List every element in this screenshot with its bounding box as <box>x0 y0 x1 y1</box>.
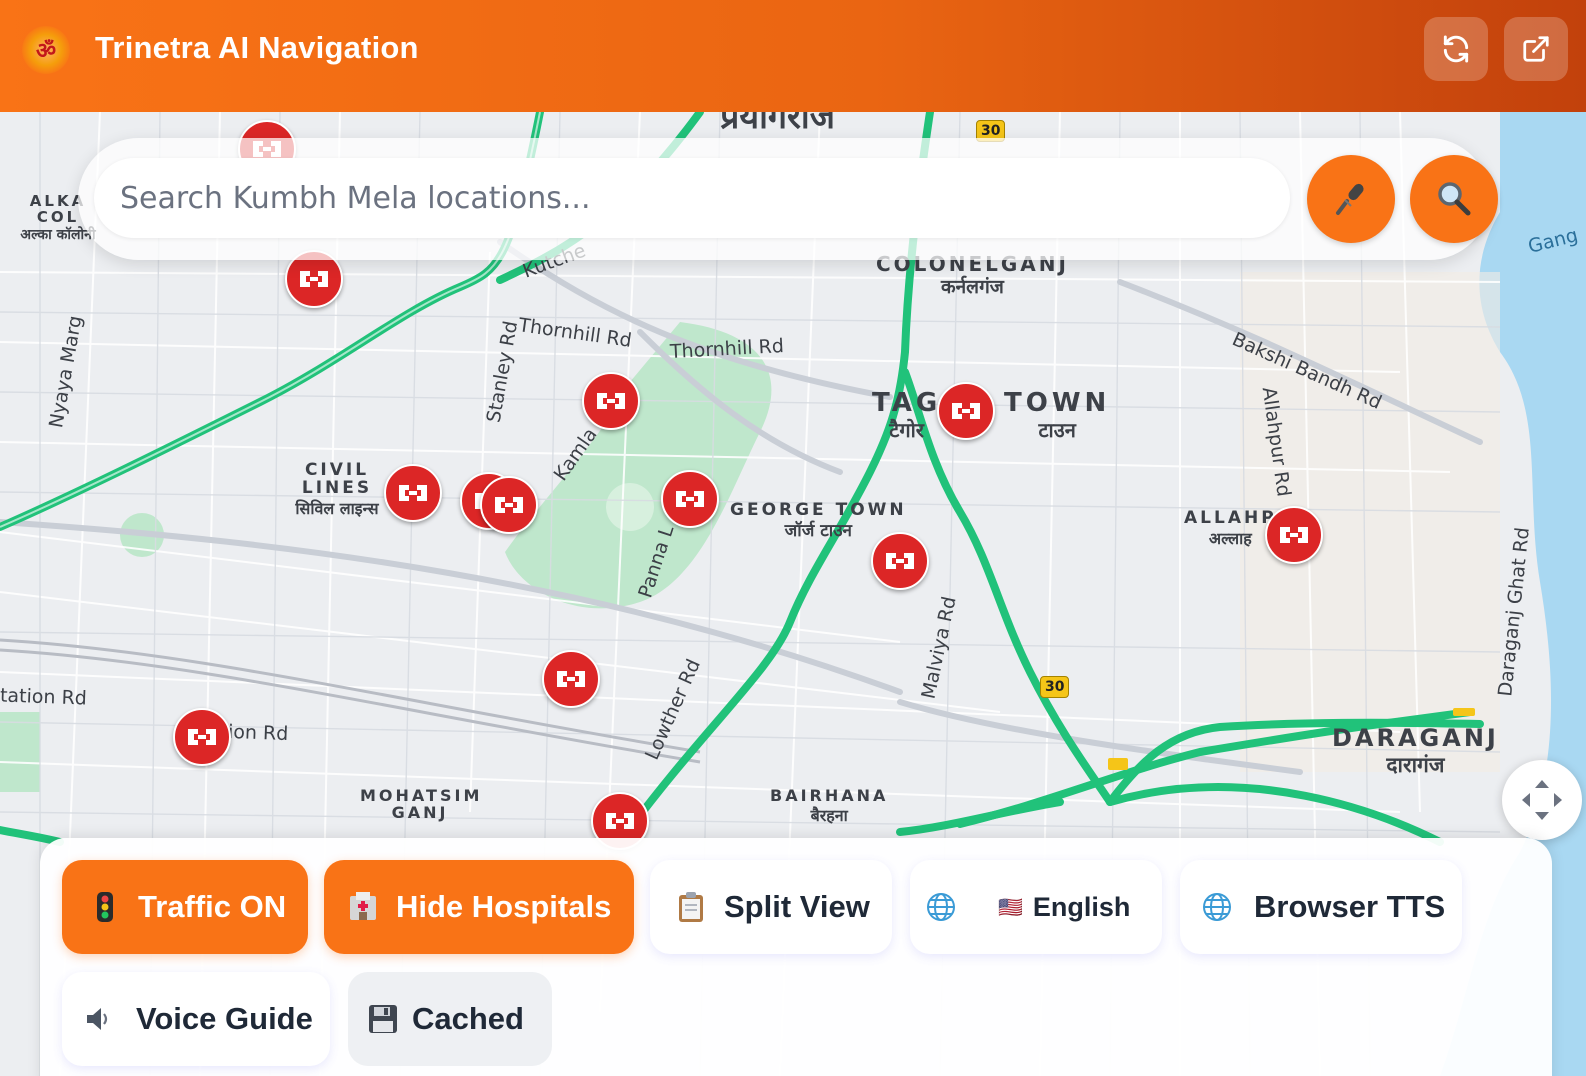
control-panel: Traffic ON Hide Hospitals Split View 🇺🇸 … <box>40 838 1552 1076</box>
cached-status-button[interactable]: Cached <box>348 972 552 1066</box>
hospital-marker-icon <box>597 393 625 409</box>
voice-search-button[interactable] <box>1307 155 1395 243</box>
area-label-daraganj: DARAGANJ दारागंज <box>1332 724 1499 778</box>
area-label-prayagraj: प्रयागराज <box>720 112 835 137</box>
hospital-marker[interactable] <box>1265 506 1323 564</box>
search-bar <box>78 138 1498 260</box>
area-label-civil-lines: CIVIL LINES सिविल लाइन्स <box>295 460 379 518</box>
refresh-button[interactable] <box>1424 17 1488 81</box>
area-label-mohatsim-ganj: MOHATSIM GANJ <box>360 786 483 822</box>
traffic-toggle-button[interactable]: Traffic ON <box>62 860 308 954</box>
microphone-icon <box>1336 183 1364 215</box>
hospital-marker-icon <box>399 485 427 501</box>
fullscreen-button[interactable] <box>1502 760 1582 840</box>
refresh-icon <box>1443 35 1469 63</box>
area-label-bairhana: BAIRHANA बैरहना <box>770 786 889 825</box>
app-header: ॐ Trinetra AI Navigation <box>0 0 1586 112</box>
hospital-marker[interactable] <box>661 470 719 528</box>
hospital-marker-icon <box>606 813 634 829</box>
expand-arrows-icon <box>1522 780 1562 820</box>
hospital-marker[interactable] <box>173 708 231 766</box>
globe-icon <box>1202 892 1232 922</box>
external-link-icon <box>1523 36 1549 62</box>
hospital-marker-icon <box>557 671 585 687</box>
hospital-marker[interactable] <box>871 532 929 590</box>
cached-label: Cached <box>412 1001 524 1036</box>
language-label: English <box>1032 891 1131 922</box>
hospital-icon <box>348 892 378 922</box>
area-label-tagore: TAG टैगोर <box>872 388 942 443</box>
hospital-marker[interactable] <box>937 382 995 440</box>
split-view-label: Split View <box>724 889 870 924</box>
area-label-town: TOWN टाउन <box>1004 388 1111 443</box>
open-external-button[interactable] <box>1504 17 1568 81</box>
search-button[interactable] <box>1410 155 1498 243</box>
hospital-marker-icon <box>676 491 704 507</box>
app-title: Trinetra AI Navigation <box>95 30 419 65</box>
hospital-marker-icon <box>886 553 914 569</box>
road-label: tation Rd <box>0 684 88 710</box>
voice-guide-label: Voice Guide <box>136 1001 313 1036</box>
hospital-marker-icon <box>952 403 980 419</box>
hide-hospitals-button[interactable]: Hide Hospitals <box>324 860 634 954</box>
om-symbol-icon: ॐ <box>22 26 70 74</box>
hospital-marker[interactable] <box>582 372 640 430</box>
browser-tts-label: Browser TTS <box>1254 889 1446 924</box>
floppy-disk-icon <box>368 1004 398 1034</box>
hospital-marker-icon <box>1280 527 1308 543</box>
hospital-marker-icon <box>495 497 523 513</box>
highway-shield: 30 <box>1040 676 1070 698</box>
hospital-marker-icon <box>188 729 216 745</box>
traffic-light-icon <box>90 892 120 922</box>
voice-guide-button[interactable]: Voice Guide <box>62 972 330 1066</box>
hospital-marker[interactable] <box>384 464 442 522</box>
hospital-marker[interactable] <box>480 476 538 534</box>
browser-tts-button[interactable]: Browser TTS <box>1180 860 1462 954</box>
hospital-marker[interactable] <box>542 650 600 708</box>
flag-us-icon: 🇺🇸 <box>998 895 1023 919</box>
split-view-button[interactable]: Split View <box>650 860 892 954</box>
clipboard-icon <box>676 892 706 922</box>
search-input[interactable] <box>94 158 1290 238</box>
globe-icon <box>926 892 956 922</box>
speaker-icon <box>84 1004 114 1034</box>
area-label-colonelganj: COLONELGANJ कर्नलगंज <box>876 252 1069 298</box>
hide-hospitals-label: Hide Hospitals <box>396 889 612 924</box>
traffic-toggle-label: Traffic ON <box>138 889 287 924</box>
language-selector[interactable]: 🇺🇸 English <box>910 860 1162 954</box>
hospital-marker-icon <box>300 271 328 287</box>
area-label-george-town: GEORGE TOWN जॉर्ज टाउन <box>730 500 907 541</box>
magnifier-icon <box>1438 182 1471 216</box>
area-label-allahpur: ALLAHP अल्लाह <box>1184 508 1277 548</box>
road-label: ion Rd <box>227 720 289 746</box>
